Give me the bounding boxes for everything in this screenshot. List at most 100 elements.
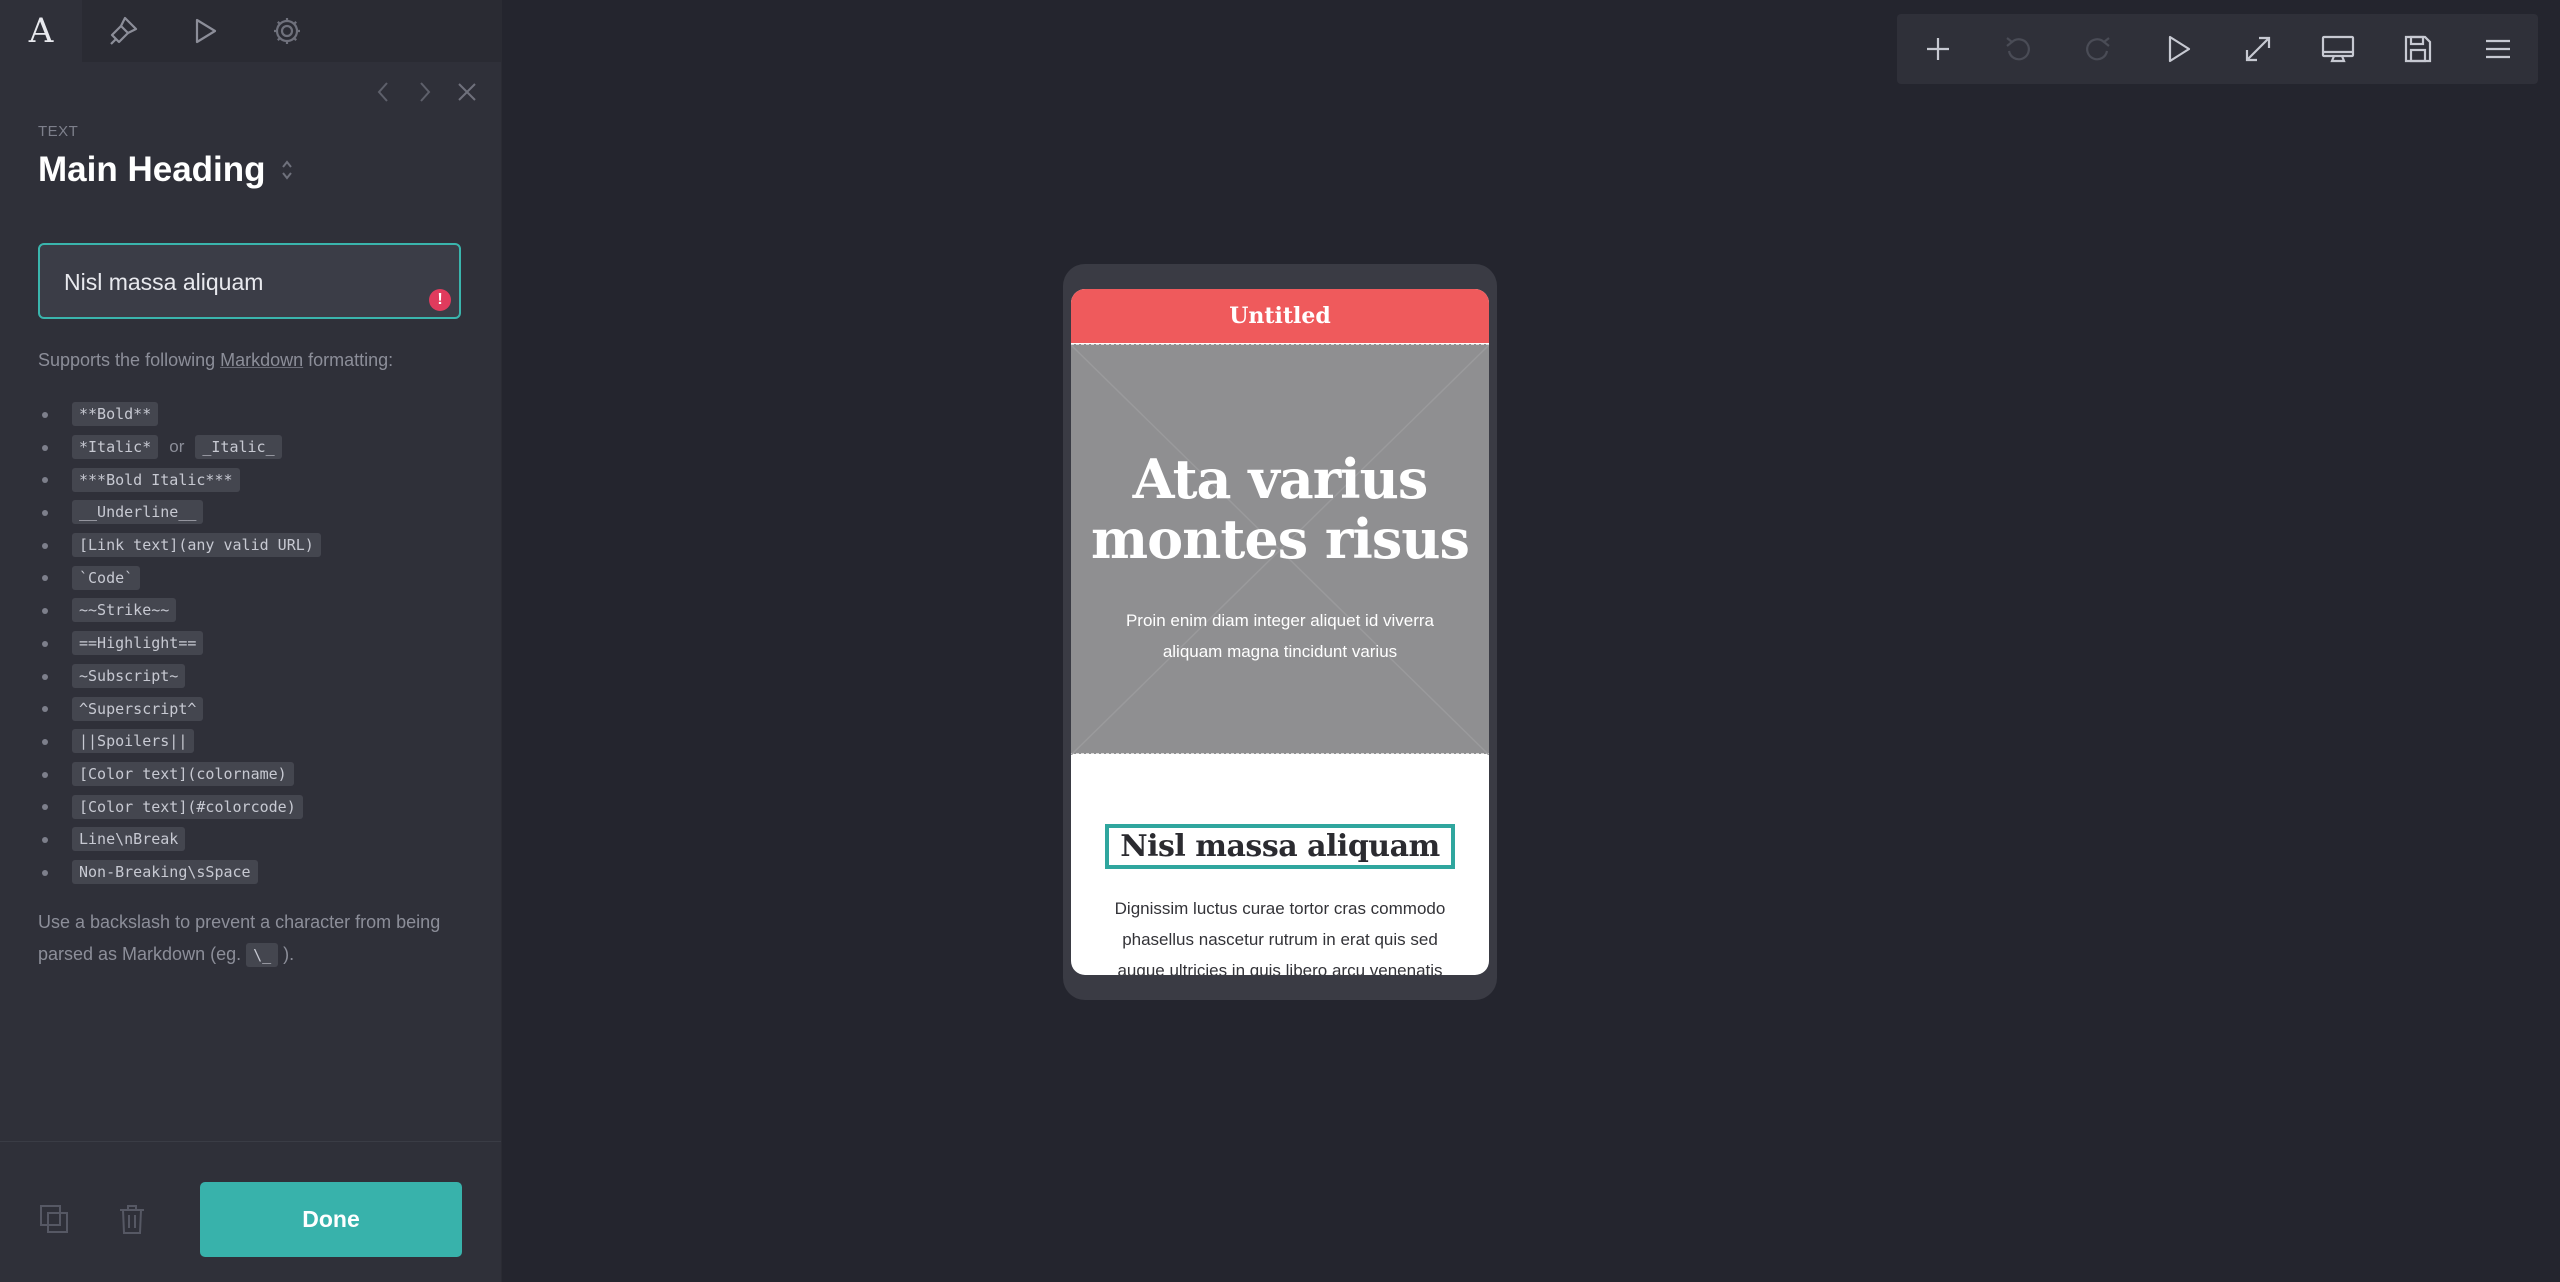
editor-panel: A TEXT Main Heading Nisl massa aliquam !…	[0, 0, 502, 1282]
hero-title-line: montes risus	[1091, 507, 1470, 571]
app-bar[interactable]: Untitled	[1071, 289, 1489, 343]
markdown-code: ^Superscript^	[72, 696, 204, 721]
markdown-code: ~Subscript~	[72, 663, 186, 688]
app-title: Untitled	[1229, 303, 1331, 329]
markdown-code: [Color text](colorname)	[72, 761, 294, 786]
phone-preview: Untitled Ata varius montes risus Proin e…	[1063, 264, 1497, 1000]
menu-button[interactable]	[2474, 25, 2522, 73]
markdown-link[interactable]: Markdown	[220, 350, 303, 370]
trash-icon	[120, 1205, 144, 1234]
body-text[interactable]: Dignissim luctus curae tortor cras commo…	[1101, 893, 1459, 975]
footnote-suffix: ).	[278, 944, 295, 964]
done-button[interactable]: Done	[200, 1182, 462, 1257]
delete-button[interactable]	[116, 1203, 148, 1235]
redo-icon	[2086, 37, 2110, 61]
add-icon	[1927, 38, 1949, 60]
play-icon	[195, 18, 217, 44]
list-item: ~~Strike~~	[38, 594, 321, 627]
expand-icon	[2245, 36, 2271, 62]
main-heading: Nisl massa aliquam	[1120, 829, 1440, 864]
tab-settings[interactable]	[246, 0, 328, 62]
main-heading-selected[interactable]: Nisl massa aliquam	[1105, 824, 1455, 869]
top-toolbar	[1897, 14, 2538, 84]
redo-button[interactable]	[2074, 25, 2122, 73]
tab-play[interactable]	[164, 0, 246, 62]
hero-section[interactable]: Ata varius montes risus Proin enim diam …	[1071, 344, 1489, 755]
undo-icon	[2006, 37, 2030, 61]
divider	[0, 1141, 501, 1142]
list-item: ==Highlight==	[38, 627, 321, 660]
list-item: [Color text](colorname)	[38, 758, 321, 791]
or-text: or	[169, 437, 185, 457]
preview-screen: Untitled Ata varius montes risus Proin e…	[1071, 289, 1489, 975]
duplicate-icon	[40, 1205, 68, 1233]
list-item: **Bold**	[38, 398, 321, 431]
markdown-code: ~~Strike~~	[72, 598, 177, 623]
markdown-code: ||Spoilers||	[72, 729, 195, 754]
help-suffix: formatting:	[303, 350, 394, 370]
duplicate-button[interactable]	[38, 1203, 70, 1235]
preview-play-button[interactable]	[2154, 25, 2202, 73]
menu-icon	[2486, 39, 2510, 59]
add-button[interactable]	[1914, 25, 1962, 73]
chevron-up-down-icon[interactable]	[280, 158, 294, 182]
sidebar-tabs: A	[0, 0, 501, 62]
markdown-code: ==Highlight==	[72, 631, 204, 656]
markdown-code: ***Bold Italic***	[72, 467, 240, 492]
text-field: !	[38, 243, 461, 319]
list-item: __Underline__	[38, 496, 321, 529]
markdown-code: **Bold**	[72, 402, 159, 427]
gear-icon	[274, 18, 300, 44]
list-item: ^Superscript^	[38, 692, 321, 725]
list-item: ||Spoilers||	[38, 725, 321, 758]
tab-style[interactable]	[82, 0, 164, 62]
hero-title[interactable]: Ata varius montes risus	[1071, 449, 1489, 569]
save-icon	[2404, 35, 2432, 63]
panel-nav	[371, 80, 479, 104]
list-item: ~Subscript~	[38, 660, 321, 693]
brush-icon	[110, 16, 138, 45]
prev-button[interactable]	[371, 80, 395, 104]
markdown-code: \_	[246, 943, 279, 967]
list-item: ***Bold Italic***	[38, 463, 321, 496]
text-A-icon: A	[28, 11, 54, 51]
markdown-help: Supports the following Markdown formatti…	[38, 350, 393, 371]
hero-subtitle[interactable]: Proin enim diam integer aliquet id viver…	[1111, 605, 1449, 667]
markdown-code: `Code`	[72, 565, 141, 590]
element-heading-row[interactable]: Main Heading	[38, 150, 294, 190]
close-icon	[458, 83, 476, 101]
markdown-code: [Link text](any valid URL)	[72, 533, 321, 558]
next-button[interactable]	[413, 80, 437, 104]
markdown-code: [Color text](#colorcode)	[72, 794, 303, 819]
help-prefix: Supports the following	[38, 350, 221, 370]
markdown-code: *Italic*	[72, 435, 159, 460]
chevron-right-icon	[420, 82, 431, 102]
close-button[interactable]	[455, 80, 479, 104]
markdown-code: Non-Breaking\sSpace	[72, 859, 258, 884]
tab-text[interactable]: A	[0, 0, 82, 62]
element-heading: Main Heading	[38, 150, 266, 189]
save-button[interactable]	[2394, 25, 2442, 73]
chevron-left-icon	[377, 82, 388, 102]
list-item: Non-Breaking\sSpace	[38, 856, 321, 889]
desktop-icon	[2321, 35, 2355, 63]
markdown-list: **Bold** *Italic* or _Italic_ ***Bold Ital…	[38, 398, 321, 888]
error-icon: !	[429, 289, 451, 311]
device-button[interactable]	[2314, 25, 2362, 73]
text-input[interactable]	[62, 245, 426, 319]
list-item: [Link text](any valid URL)	[38, 529, 321, 562]
list-item: `Code`	[38, 561, 321, 594]
hero-title-line: Ata varius	[1132, 447, 1429, 511]
element-type-label: TEXT	[38, 123, 79, 140]
play-icon	[2168, 35, 2191, 63]
markdown-code: _Italic_	[195, 435, 282, 460]
list-item: [Color text](#colorcode)	[38, 790, 321, 823]
undo-button[interactable]	[1994, 25, 2042, 73]
backslash-note: Use a backslash to prevent a character f…	[38, 906, 468, 971]
list-item: *Italic* or _Italic_	[38, 431, 321, 464]
footnote-prefix: Use a backslash to prevent a character f…	[38, 912, 441, 964]
expand-button[interactable]	[2234, 25, 2282, 73]
list-item: Line\nBreak	[38, 823, 321, 856]
markdown-code: __Underline__	[72, 500, 204, 525]
markdown-code: Line\nBreak	[72, 827, 186, 852]
